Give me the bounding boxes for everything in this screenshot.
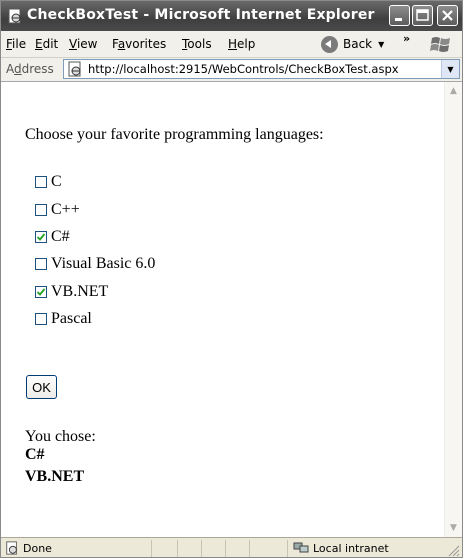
status-left: Done bbox=[5, 541, 52, 555]
scroll-up-arrow-icon[interactable]: ▲ bbox=[446, 83, 461, 99]
browser-window: CheckBoxTest - Microsoft Internet Explor… bbox=[0, 0, 463, 558]
ie-page-icon bbox=[8, 8, 21, 24]
resize-grip-icon[interactable] bbox=[448, 545, 460, 557]
status-bar: Done Local intranet bbox=[1, 537, 462, 557]
option-label: C++ bbox=[51, 201, 80, 218]
result-item: C# bbox=[25, 446, 45, 463]
option-pascal[interactable]: Pascal bbox=[35, 309, 92, 329]
maximize-icon bbox=[416, 9, 429, 21]
result-label: You chose: bbox=[25, 428, 96, 445]
zone-text: Local intranet bbox=[313, 541, 389, 555]
status-divider bbox=[151, 540, 152, 557]
menu-help[interactable]: Help bbox=[228, 37, 255, 51]
title-bar[interactable]: CheckBoxTest - Microsoft Internet Explor… bbox=[1, 1, 462, 31]
menu-tools[interactable]: Tools bbox=[182, 37, 212, 51]
close-icon bbox=[442, 10, 453, 21]
close-button[interactable] bbox=[437, 5, 458, 26]
chevron-down-icon: ▼ bbox=[447, 64, 454, 74]
minimize-icon bbox=[395, 18, 402, 21]
back-arrow-icon bbox=[321, 35, 338, 53]
status-divider bbox=[287, 540, 288, 557]
option-label: VB.NET bbox=[51, 283, 109, 300]
checkbox-vbnet[interactable] bbox=[35, 286, 47, 298]
page-content: Choose your favorite programming languag… bbox=[1, 82, 462, 537]
status-text: Done bbox=[23, 541, 52, 555]
check-icon bbox=[36, 233, 46, 241]
toolbar-overflow-chevron[interactable]: » bbox=[403, 32, 410, 45]
checkbox-c[interactable] bbox=[35, 176, 47, 188]
option-label: Visual Basic 6.0 bbox=[51, 255, 156, 272]
status-divider bbox=[201, 540, 202, 557]
address-field[interactable]: http://localhost:2915/WebControls/CheckB… bbox=[63, 59, 460, 79]
option-csharp[interactable]: C# bbox=[35, 227, 70, 247]
back-button[interactable]: Back ▼ bbox=[321, 33, 384, 55]
status-divider bbox=[177, 540, 178, 557]
minimize-button[interactable] bbox=[389, 5, 410, 26]
window-title: CheckBoxTest - Microsoft Internet Explor… bbox=[27, 7, 375, 23]
menu-edit[interactable]: Edit bbox=[35, 37, 58, 51]
checkbox-pascal[interactable] bbox=[35, 313, 47, 325]
menu-bar: File Edit View Favorites Tools Help Back… bbox=[1, 31, 462, 58]
menu-favorites[interactable]: Favorites bbox=[112, 37, 166, 51]
ok-button[interactable]: OK bbox=[26, 375, 57, 399]
windows-logo-icon bbox=[430, 37, 450, 52]
status-divider bbox=[249, 540, 250, 557]
ie-page-icon bbox=[6, 541, 17, 555]
menu-view[interactable]: View bbox=[69, 37, 97, 51]
option-vb6[interactable]: Visual Basic 6.0 bbox=[35, 254, 155, 274]
result-item: VB.NET bbox=[25, 468, 85, 485]
checkbox-vb6[interactable] bbox=[35, 258, 47, 270]
security-zone[interactable]: Local intranet bbox=[293, 541, 389, 555]
address-bar: Address http://localhost:2915/WebControl… bbox=[1, 58, 462, 82]
address-url[interactable]: http://localhost:2915/WebControls/CheckB… bbox=[88, 62, 399, 76]
checkbox-csharp[interactable] bbox=[35, 231, 47, 243]
option-vbnet[interactable]: VB.NET bbox=[35, 282, 108, 302]
checkbox-cpp[interactable] bbox=[35, 204, 47, 216]
address-dropdown-button[interactable]: ▼ bbox=[441, 60, 459, 78]
scroll-down-arrow-icon[interactable]: ▼ bbox=[446, 520, 461, 536]
menu-file[interactable]: File bbox=[6, 37, 26, 51]
status-divider bbox=[225, 540, 226, 557]
option-cpp[interactable]: C++ bbox=[35, 200, 80, 220]
intranet-icon bbox=[293, 542, 309, 553]
check-icon bbox=[36, 288, 46, 296]
ie-page-icon bbox=[68, 61, 81, 77]
chevron-down-icon[interactable]: ▼ bbox=[378, 40, 384, 49]
option-label: C bbox=[51, 173, 62, 190]
address-label: Address bbox=[6, 62, 54, 76]
prompt-text: Choose your favorite programming languag… bbox=[25, 126, 324, 143]
option-label: Pascal bbox=[51, 310, 92, 327]
vertical-scrollbar[interactable]: ▲ ▼ bbox=[444, 82, 462, 537]
back-label: Back bbox=[343, 37, 373, 51]
option-c[interactable]: C bbox=[35, 172, 62, 192]
maximize-button[interactable] bbox=[412, 5, 433, 26]
option-label: C# bbox=[51, 228, 70, 245]
